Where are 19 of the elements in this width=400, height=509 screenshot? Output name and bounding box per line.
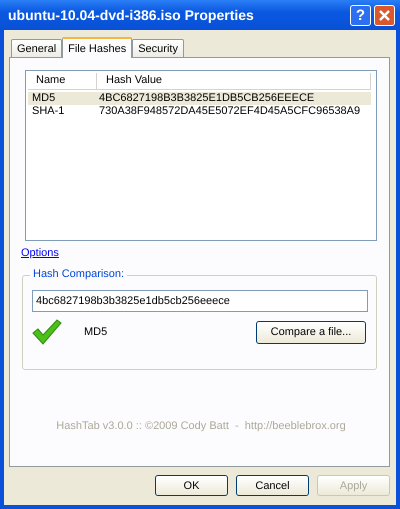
close-button[interactable] bbox=[374, 4, 395, 26]
list-row[interactable]: MD5 4BC6827198B3B3825E1DB5CB256EEECE bbox=[28, 92, 371, 105]
hash-input-field[interactable]: 4bc6827198b3b3825e1db5cb256eeece bbox=[32, 290, 368, 312]
tab[interactable]: General bbox=[11, 39, 62, 57]
options-link[interactable]: Options bbox=[21, 247, 59, 259]
algorithm-label: MD5 bbox=[84, 326, 108, 338]
column-header[interactable]: Hash Value bbox=[97, 73, 371, 89]
group-label: Hash Comparison: bbox=[30, 268, 128, 280]
list-row[interactable]: SHA-1 730A38F948572DA45E5072EF4D45A5CFC96538A9 bbox=[28, 105, 371, 118]
dialog-button[interactable]: OK bbox=[155, 475, 228, 496]
compare-file-button[interactable]: Compare a file... bbox=[256, 320, 366, 344]
column-header[interactable]: Name bbox=[28, 73, 97, 89]
tab[interactable]: Security bbox=[132, 39, 184, 57]
tab[interactable]: File Hashes bbox=[62, 37, 132, 58]
footer-text: HashTab v3.0.0 :: ©2009 Cody Batt - http://beeblebrox.org bbox=[55, 420, 347, 432]
dialog-button[interactable]: Cancel bbox=[236, 475, 309, 496]
close-icon bbox=[378, 8, 391, 22]
window-title: ubuntu-10.04-dvd-i386.iso Properties bbox=[8, 7, 255, 23]
help-button[interactable]: ? bbox=[350, 4, 371, 26]
